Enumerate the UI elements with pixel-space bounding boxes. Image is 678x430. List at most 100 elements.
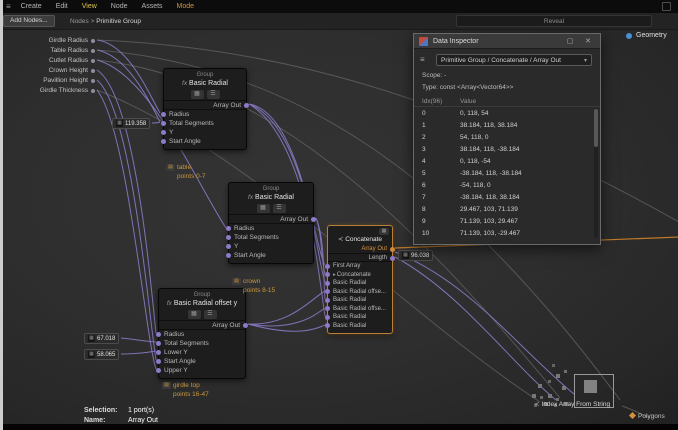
input-port-dot[interactable] — [325, 289, 330, 294]
input-port-dot[interactable] — [325, 280, 330, 286]
output-array-out[interactable]: Array Out — [328, 245, 395, 254]
reveal-search-input[interactable] — [456, 15, 652, 27]
param-girdle-radius[interactable]: Girdle Radius — [0, 36, 95, 46]
input-port-dot[interactable] — [226, 244, 231, 249]
inspector-titlebar[interactable]: Data Inspector ▢ ✕ — [414, 34, 600, 49]
table-row[interactable]: 9 71.139, 103, 29.467 — [414, 216, 600, 228]
input-concatenate[interactable]: ▸Concatenate — [325, 271, 392, 280]
menu-node[interactable]: Node — [104, 3, 135, 10]
param-port-dot[interactable] — [91, 79, 95, 83]
input-port-dot[interactable] — [156, 359, 161, 364]
param-port-dot[interactable] — [91, 69, 95, 73]
output-array-out[interactable]: Array Out — [229, 215, 316, 224]
input-total-segments[interactable]: Total Segments — [226, 233, 313, 242]
input-port-dot[interactable] — [226, 253, 231, 258]
param-port-dot[interactable] — [91, 39, 95, 43]
table-row[interactable]: 8 29.467, 103, 71.139 — [414, 204, 600, 216]
input-port-dot[interactable] — [156, 332, 161, 337]
close-icon[interactable]: ✕ — [580, 34, 596, 49]
value-badge[interactable]: ▦ 96.038 — [398, 250, 434, 261]
list-icon[interactable]: ☰ — [206, 90, 220, 99]
param-table-radius[interactable]: Table Radius — [0, 46, 95, 56]
source-dropdown[interactable]: Primitive Group / Concatenate / Array Ou… — [436, 54, 592, 66]
value-badge[interactable]: ▦ 119.358 — [112, 118, 151, 129]
image-icon[interactable]: ▦ — [190, 90, 204, 99]
input-port-dot[interactable] — [325, 297, 330, 303]
table-row[interactable]: 2 54, 118, 0 — [414, 132, 600, 144]
comment-crown[interactable]: ▤ crown points 8-15 — [232, 277, 275, 295]
table-row[interactable]: 4 0, 118, -54 — [414, 156, 600, 168]
output-port-dot[interactable] — [311, 217, 316, 222]
input-port-dot[interactable] — [226, 235, 231, 240]
node-basic-radial-offset-y[interactable]: Group fx Basic Radial offset y ▦ ☰ Array… — [156, 288, 248, 379]
output-port-dot[interactable] — [244, 103, 249, 108]
menu-mode[interactable]: Mode — [170, 3, 202, 10]
window-icon[interactable] — [662, 2, 671, 11]
menu-view[interactable]: View — [75, 3, 104, 10]
input-port-dot[interactable] — [325, 306, 330, 311]
input-port-dot[interactable] — [325, 272, 330, 277]
node-index-array-from-string[interactable]: ≺ Index Array From String — [534, 400, 610, 408]
table-row[interactable]: 10 71.139, 103, -29.467 — [414, 228, 600, 240]
input-radius[interactable]: Radius — [226, 224, 313, 233]
geometry-port-dot[interactable] — [626, 33, 632, 39]
input-basic-radial-3[interactable]: Basic Radial — [325, 313, 392, 322]
table-row[interactable]: 6 -54, 118, 0 — [414, 180, 600, 192]
input-start-angle[interactable]: Start Angle — [156, 357, 245, 366]
node-basic-radial-1[interactable]: Group fx Basic Radial ▦ ☰ Array Out Radi… — [161, 68, 249, 150]
input-basic-radial-1[interactable]: Basic Radial — [325, 279, 392, 288]
output-length[interactable]: Length — [328, 254, 395, 262]
input-port-dot[interactable] — [156, 341, 161, 346]
input-start-angle[interactable]: Start Angle — [161, 137, 246, 146]
node-concatenate[interactable]: ▦ ≺ Concatenate Array Out Length First A… — [325, 225, 395, 334]
output-port-dot[interactable] — [390, 255, 395, 261]
input-port-dot[interactable] — [156, 368, 161, 373]
input-y[interactable]: Y — [161, 128, 246, 137]
list-icon[interactable]: ☰ — [272, 204, 286, 213]
input-basic-radial-2[interactable]: Basic Radial — [325, 296, 392, 305]
menu-assets[interactable]: Assets — [135, 3, 170, 10]
table-row[interactable]: 5 -38.184, 118, -38.184 — [414, 168, 600, 180]
input-first-array[interactable]: First Array — [325, 262, 392, 271]
input-upper-y[interactable]: Upper Y — [156, 366, 245, 375]
input-basic-radial-offset-1[interactable]: Basic Radial offse... — [325, 288, 392, 297]
input-port-dot[interactable] — [156, 350, 161, 355]
input-radius[interactable]: Radius — [161, 110, 246, 119]
table-row[interactable]: 1 38.184, 118, 38.184 — [414, 120, 600, 132]
input-total-segments[interactable]: Total Segments — [161, 119, 246, 128]
input-start-angle[interactable]: Start Angle — [226, 251, 313, 260]
output-port-dot[interactable] — [243, 323, 248, 328]
input-basic-radial-4[interactable]: Basic Radial — [325, 322, 392, 331]
input-radius[interactable]: Radius — [156, 330, 245, 339]
scrollbar-thumb[interactable] — [594, 109, 598, 147]
input-port-dot[interactable] — [325, 323, 330, 328]
output-array-out[interactable]: Array Out — [159, 321, 248, 330]
expander-icon[interactable]: ▸ — [333, 272, 336, 278]
param-port-dot[interactable] — [91, 89, 95, 93]
input-lower-y[interactable]: Lower Y — [156, 348, 245, 357]
value-table[interactable]: 0 0, 118, 54 1 38.184, 118, 38.184 2 54, 11… — [414, 108, 600, 240]
input-port-dot[interactable] — [161, 139, 166, 144]
image-icon[interactable]: ▦ — [256, 204, 270, 213]
input-port-dot[interactable] — [161, 121, 166, 126]
hamburger-icon[interactable]: ≡ — [6, 2, 11, 11]
table-row[interactable]: 3 38.184, 118, -38.184 — [414, 144, 600, 156]
value-badge[interactable]: ▦ 58.065 — [84, 349, 120, 360]
output-port-dot[interactable] — [390, 247, 395, 252]
param-crown-height[interactable]: Crown Height — [0, 66, 95, 76]
input-port-dot[interactable] — [161, 112, 166, 117]
add-nodes-button[interactable]: Add Nodes... — [3, 15, 55, 27]
table-row[interactable]: 7 -38.184, 118, 38.184 — [414, 192, 600, 204]
param-pavillion-height[interactable]: Pavillion Height — [0, 76, 95, 86]
param-port-dot[interactable] — [91, 49, 95, 53]
input-port-dot[interactable] — [325, 263, 330, 269]
value-badge[interactable]: ▦ 67.018 — [84, 333, 120, 344]
image-icon[interactable]: ▦ — [187, 310, 201, 319]
restore-icon[interactable]: ▢ — [562, 34, 578, 49]
scrollbar[interactable] — [594, 108, 598, 238]
param-port-dot[interactable] — [91, 59, 95, 63]
param-girdle-thickness[interactable]: Girdle Thickness — [0, 86, 95, 96]
input-total-segments[interactable]: Total Segments — [156, 339, 245, 348]
menu-icon[interactable]: ≡ — [420, 54, 425, 66]
input-basic-radial-offset-2[interactable]: Basic Radial offse... — [325, 305, 392, 314]
